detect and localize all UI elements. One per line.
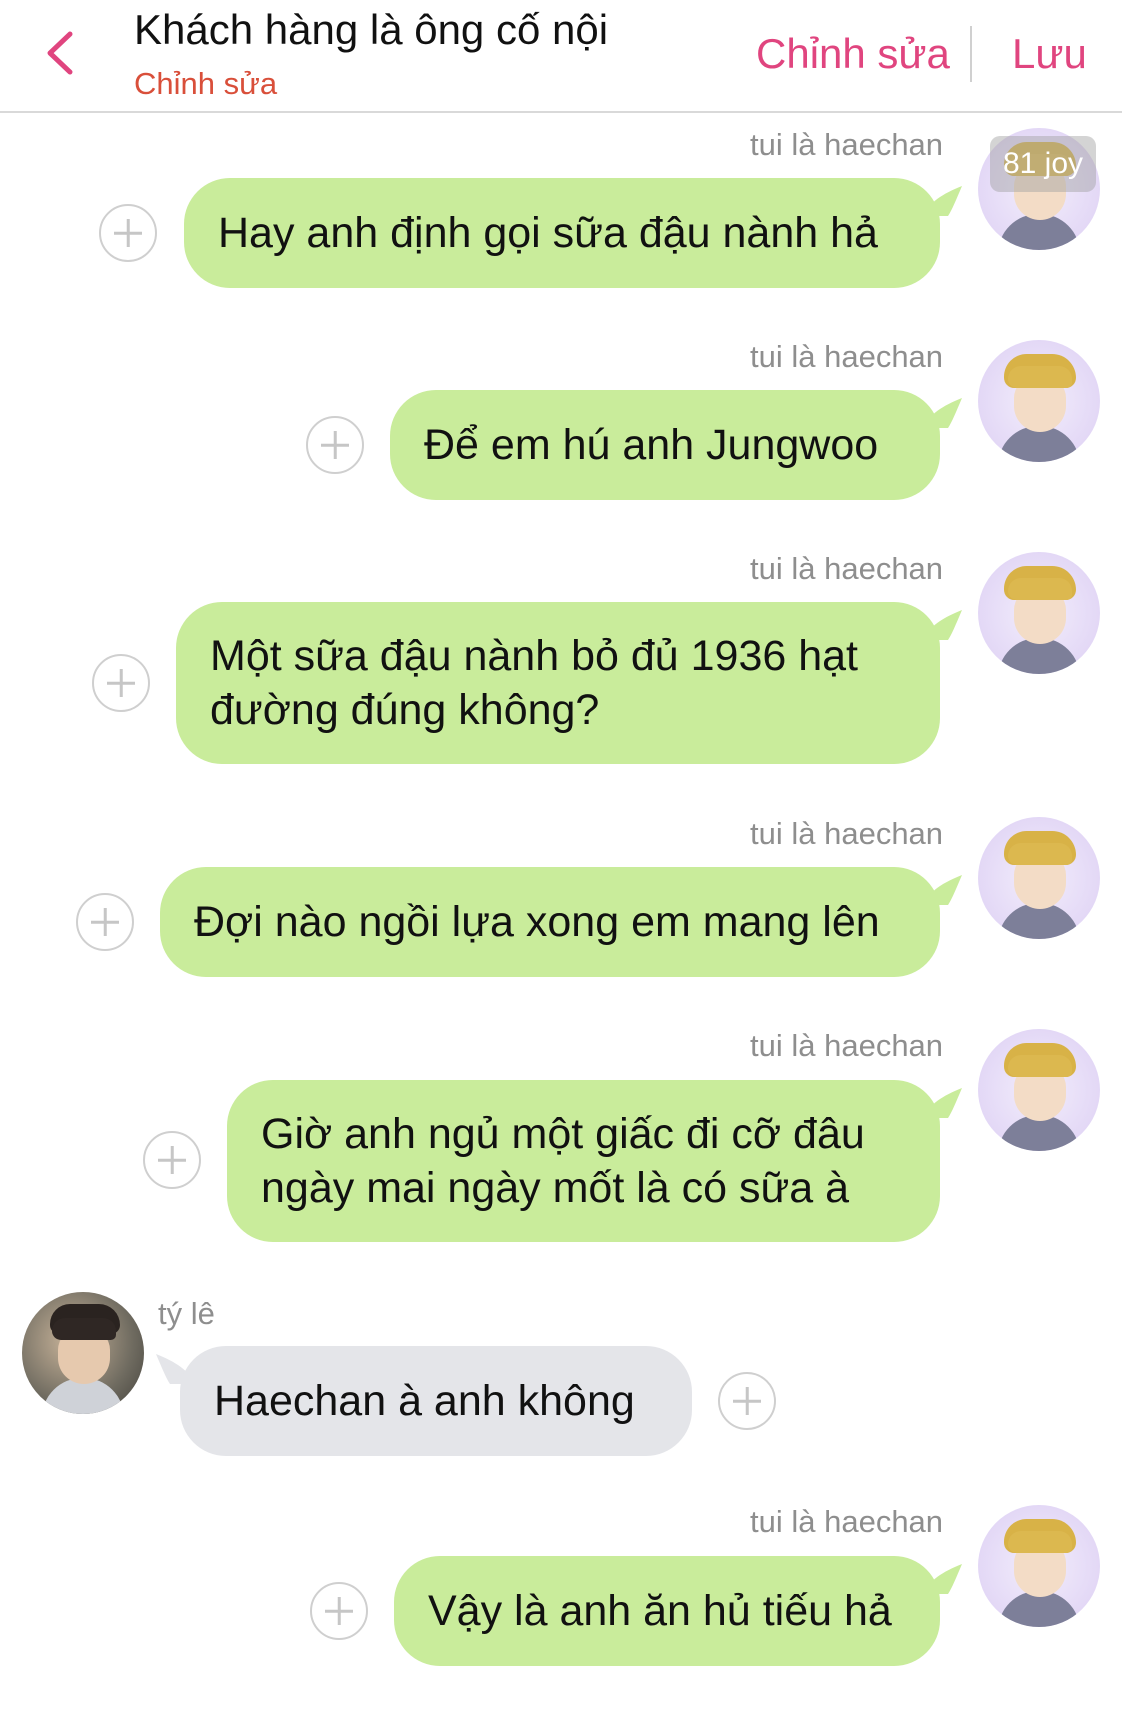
sender-name: tui là haechan	[750, 1504, 944, 1539]
avatar[interactable]	[978, 1505, 1100, 1627]
chat-subtitle-edit[interactable]: Chỉnh sửa	[134, 66, 277, 102]
chat-header: Khách hàng là ông cố nội Chỉnh sửa Chỉnh…	[0, 0, 1122, 113]
sender-name: tui là haechan	[750, 551, 944, 586]
add-reaction-button[interactable]	[143, 1131, 201, 1189]
add-reaction-button[interactable]	[99, 204, 157, 262]
chevron-left-icon	[47, 31, 73, 75]
bubble-tail	[922, 398, 962, 428]
message-bubble[interactable]: Đợi nào ngồi lựa xong em mang lên	[160, 867, 940, 977]
bubble-tail	[922, 1088, 962, 1118]
message-bubble[interactable]: Hay anh định gọi sữa đậu nành hả	[184, 178, 940, 288]
sender-name: tui là haechan	[750, 339, 944, 374]
bubble-tail	[922, 186, 962, 216]
sender-name: tui là haechan	[750, 1028, 944, 1063]
edit-button[interactable]: Chỉnh sửa	[756, 30, 950, 78]
add-reaction-button[interactable]	[718, 1372, 776, 1430]
message-bubble[interactable]: Haechan à anh không	[180, 1346, 692, 1456]
sender-name: tui là haechan	[750, 127, 944, 162]
chat-title: Khách hàng là ông cố nội	[134, 6, 609, 53]
avatar[interactable]	[978, 552, 1100, 674]
sender-name: tý lê	[158, 1296, 215, 1331]
save-button[interactable]: Lưu	[1012, 30, 1087, 78]
sender-name: tui là haechan	[750, 816, 944, 851]
message-bubble[interactable]: Giờ anh ngủ một giấc đi cỡ đâu ngày mai …	[227, 1080, 940, 1242]
avatar[interactable]	[978, 817, 1100, 939]
bubble-tail	[922, 875, 962, 905]
add-reaction-button[interactable]	[310, 1582, 368, 1640]
back-button[interactable]	[40, 28, 80, 78]
message-bubble[interactable]: Một sữa đậu nành bỏ đủ 1936 hạt đường đú…	[176, 602, 940, 764]
bubble-tail	[922, 610, 962, 640]
bubble-tail	[922, 1564, 962, 1594]
header-divider	[970, 26, 972, 82]
message-bubble[interactable]: Vậy là anh ăn hủ tiếu hả	[394, 1556, 940, 1666]
avatar[interactable]	[22, 1292, 144, 1414]
add-reaction-button[interactable]	[76, 893, 134, 951]
watermark-badge: 81 joy	[990, 136, 1096, 192]
avatar[interactable]	[978, 340, 1100, 462]
add-reaction-button[interactable]	[92, 654, 150, 712]
message-bubble[interactable]: Để em hú anh Jungwoo	[390, 390, 940, 500]
add-reaction-button[interactable]	[306, 416, 364, 474]
avatar[interactable]	[978, 1029, 1100, 1151]
